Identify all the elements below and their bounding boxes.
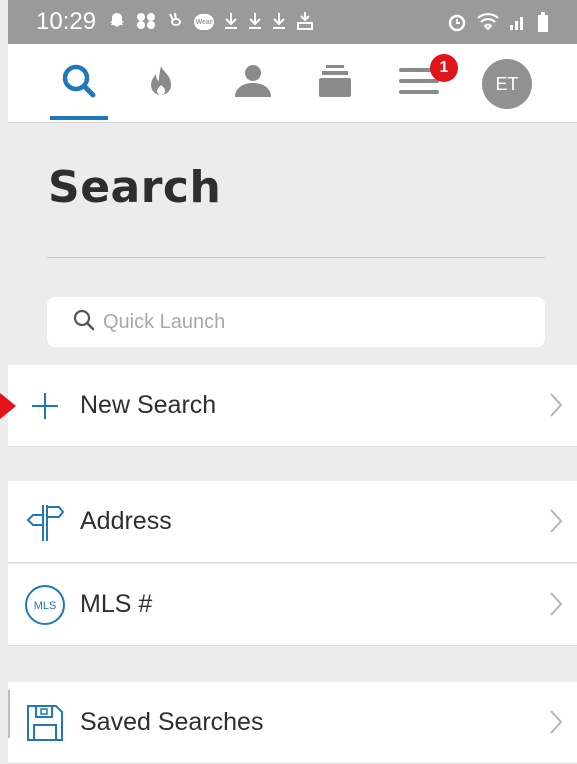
mls-row[interactable]: MLS MLS #: [8, 564, 577, 646]
red-pointer-marker: [0, 393, 16, 419]
page-title: Search: [48, 162, 222, 213]
top-nav-bar: 1 ET: [8, 44, 577, 123]
download-icon: [224, 12, 238, 33]
search-icon: [61, 63, 97, 104]
mls-icon-text: MLS: [34, 600, 57, 612]
rabbit-icon: [166, 12, 184, 33]
notification-icons: Wear: [108, 11, 314, 34]
saved-searches-label: Saved Searches: [80, 708, 264, 736]
save-icon: [20, 703, 70, 743]
search-icon: [73, 309, 95, 336]
battery-icon: [537, 12, 549, 37]
app-icon: [136, 12, 156, 33]
chevron-right-icon: [549, 392, 563, 423]
person-icon: [233, 64, 273, 103]
wear-icon: Wear: [194, 14, 215, 30]
signpost-icon: [20, 501, 70, 543]
hot-icon: [147, 65, 175, 102]
mls-label: MLS #: [80, 590, 153, 618]
status-time: 10:29: [36, 8, 97, 35]
avatar[interactable]: ET: [482, 59, 532, 109]
active-tab-indicator: [50, 116, 108, 120]
status-bar: 10:29 Wear: [8, 0, 577, 44]
nav-collections-tab[interactable]: [308, 44, 362, 122]
system-icons: [447, 12, 549, 37]
alarm-icon: [447, 12, 467, 37]
cloud-download-icon: [296, 11, 314, 34]
nav-search-tab[interactable]: [50, 44, 108, 122]
chevron-right-icon: [549, 508, 563, 539]
plus-icon: [20, 391, 70, 421]
signal-icon: [509, 14, 527, 35]
address-row[interactable]: Address: [8, 481, 577, 563]
new-search-row[interactable]: New Search: [8, 365, 577, 447]
saved-searches-row[interactable]: Saved Searches: [8, 682, 577, 764]
address-label: Address: [80, 507, 172, 535]
edge-mark: [8, 690, 10, 738]
chevron-right-icon: [549, 709, 563, 740]
snapchat-icon: [108, 12, 126, 33]
notification-badge: 1: [430, 54, 458, 82]
nav-hot-tab[interactable]: [136, 44, 186, 122]
chevron-right-icon: [549, 591, 563, 622]
title-divider: [47, 257, 545, 258]
quick-launch-search[interactable]: [47, 297, 545, 347]
quick-launch-input[interactable]: [101, 309, 505, 335]
download-icon: [272, 12, 286, 33]
stack-icon: [318, 64, 352, 103]
nav-contacts-tab[interactable]: [226, 44, 280, 122]
mls-icon: MLS: [20, 584, 70, 626]
download-icon: [248, 12, 262, 33]
wifi-icon: [477, 13, 499, 36]
new-search-label: New Search: [80, 391, 217, 419]
